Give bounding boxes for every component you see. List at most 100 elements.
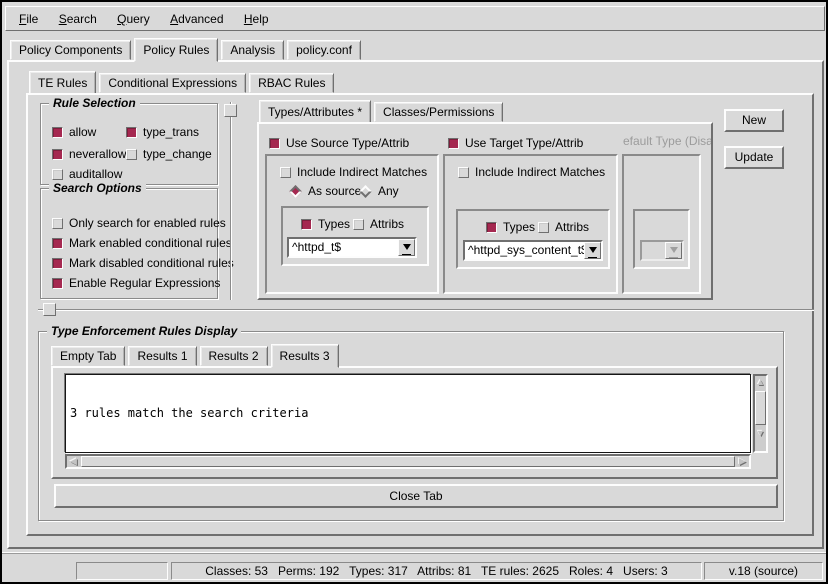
vertical-sash-handle[interactable] bbox=[224, 104, 237, 117]
checkbox-indicator[interactable] bbox=[269, 138, 280, 149]
checkbox-indicator[interactable] bbox=[126, 127, 137, 138]
scroll-up-icon[interactable]: ▲ bbox=[755, 377, 766, 388]
tab-policy-conf[interactable]: policy.conf bbox=[287, 40, 361, 60]
radio-indicator[interactable] bbox=[289, 185, 302, 198]
menu-bar: File Search Query Advanced Help bbox=[5, 6, 825, 31]
tab-policy-components[interactable]: Policy Components bbox=[10, 40, 131, 60]
default-type-label: efault Type (Disa bbox=[623, 134, 711, 148]
horizontal-scrollbar[interactable]: ◀ ▶ bbox=[65, 454, 751, 469]
checkbox-label: allow bbox=[69, 125, 96, 139]
checkbox-indicator[interactable] bbox=[538, 222, 549, 233]
default-type-inner-frame bbox=[633, 209, 690, 269]
results-text[interactable]: 3 rules match the search criteria (5822)… bbox=[65, 374, 751, 453]
checkbox-enabled-rules-only[interactable]: Only search for enabled rules bbox=[52, 216, 226, 230]
results-tabs: Empty Tab Results 1 Results 2 Results 3 bbox=[51, 344, 342, 366]
app-window: File Search Query Advanced Help Policy C… bbox=[0, 0, 828, 584]
dropdown-arrow-icon[interactable] bbox=[398, 239, 415, 256]
checkbox-source-indirect[interactable]: Include Indirect Matches bbox=[280, 165, 427, 179]
vertical-scroll-thumb[interactable] bbox=[755, 391, 766, 425]
menu-help[interactable]: Help bbox=[241, 11, 272, 27]
status-version: v.18 (source) bbox=[704, 562, 823, 580]
checkbox-indicator[interactable] bbox=[52, 258, 63, 269]
update-button[interactable]: Update bbox=[724, 146, 784, 169]
combo-value[interactable]: ^httpd_t$ bbox=[289, 239, 398, 256]
menu-advanced[interactable]: Advanced bbox=[167, 11, 226, 27]
combo-value bbox=[642, 242, 665, 259]
checkbox-mark-disabled[interactable]: Mark disabled conditional rules bbox=[52, 256, 234, 270]
checkbox-indicator[interactable] bbox=[448, 138, 459, 149]
checkbox-indicator[interactable] bbox=[52, 149, 63, 160]
checkbox-type-trans[interactable]: type_trans bbox=[126, 125, 199, 139]
horizontal-sash[interactable] bbox=[38, 309, 814, 311]
tab-classes-permissions[interactable]: Classes/Permissions bbox=[374, 102, 503, 122]
checkbox-use-target[interactable]: Use Target Type/Attrib bbox=[448, 136, 583, 150]
vertical-sash[interactable] bbox=[230, 102, 232, 300]
menu-search[interactable]: Search bbox=[56, 11, 100, 27]
scroll-down-icon[interactable]: ▼ bbox=[755, 428, 766, 439]
tab-results-1[interactable]: Results 1 bbox=[128, 346, 196, 366]
default-type-frame bbox=[622, 154, 701, 294]
tab-te-rules[interactable]: TE Rules bbox=[29, 71, 96, 95]
close-tab-button[interactable]: Close Tab bbox=[54, 484, 778, 508]
checkbox-indicator[interactable] bbox=[52, 127, 63, 138]
checkbox-indicator[interactable] bbox=[52, 238, 63, 249]
source-types-frame: Types Attribs ^httpd_t$ bbox=[281, 206, 429, 266]
checkbox-source-attribs[interactable]: Attribs bbox=[353, 217, 404, 231]
source-frame: Include Indirect Matches As source Any T… bbox=[265, 154, 439, 294]
dropdown-arrow-icon[interactable] bbox=[584, 242, 601, 259]
checkbox-indicator[interactable] bbox=[126, 149, 137, 160]
target-type-combo[interactable]: ^httpd_sys_content_t$ bbox=[463, 240, 603, 261]
menu-file[interactable]: File bbox=[16, 11, 41, 27]
tab-analysis[interactable]: Analysis bbox=[221, 40, 284, 60]
radio-indicator[interactable] bbox=[359, 185, 372, 198]
checkbox-label: Mark disabled conditional rules bbox=[69, 256, 234, 270]
checkbox-regex[interactable]: Enable Regular Expressions bbox=[52, 276, 220, 290]
scroll-left-icon[interactable]: ◀ bbox=[68, 456, 79, 467]
checkbox-label: Attribs bbox=[555, 220, 589, 234]
tab-types-attributes[interactable]: Types/Attributes * bbox=[259, 100, 371, 124]
checkbox-indicator[interactable] bbox=[280, 167, 291, 178]
tab-policy-rules[interactable]: Policy Rules bbox=[134, 38, 218, 62]
vertical-scrollbar[interactable]: ▲ ▼ bbox=[753, 374, 768, 453]
scroll-right-icon[interactable]: ▶ bbox=[737, 456, 748, 467]
source-type-combo[interactable]: ^httpd_t$ bbox=[287, 237, 417, 258]
radio-as-source[interactable]: As source bbox=[289, 184, 361, 198]
tab-empty[interactable]: Empty Tab bbox=[51, 346, 125, 366]
combo-value[interactable]: ^httpd_sys_content_t$ bbox=[465, 242, 584, 259]
checkbox-indicator[interactable] bbox=[52, 278, 63, 289]
tab-results-2[interactable]: Results 2 bbox=[200, 346, 268, 366]
checkbox-label: type_change bbox=[143, 147, 212, 161]
menu-query[interactable]: Query bbox=[114, 11, 153, 27]
checkbox-mark-enabled[interactable]: Mark enabled conditional rules bbox=[52, 236, 232, 250]
horizontal-sash-handle[interactable] bbox=[43, 303, 56, 316]
new-button[interactable]: New bbox=[724, 109, 784, 132]
checkbox-type-change[interactable]: type_change bbox=[126, 147, 212, 161]
checkbox-indicator[interactable] bbox=[486, 222, 497, 233]
checkbox-indicator[interactable] bbox=[52, 169, 63, 180]
tab-results-3[interactable]: Results 3 bbox=[271, 344, 339, 368]
checkbox-use-source[interactable]: Use Source Type/Attrib bbox=[269, 136, 409, 150]
checkbox-auditallow[interactable]: auditallow bbox=[52, 167, 122, 181]
checkbox-target-types[interactable]: Types bbox=[486, 220, 535, 234]
checkbox-indicator[interactable] bbox=[52, 218, 63, 229]
checkbox-allow[interactable]: allow bbox=[52, 125, 96, 139]
checkbox-indicator[interactable] bbox=[353, 219, 364, 230]
horizontal-scroll-thumb[interactable] bbox=[81, 456, 735, 467]
rule-selection-title: Rule Selection bbox=[49, 96, 140, 110]
results-title: Type Enforcement Rules Display bbox=[47, 324, 241, 338]
radio-any[interactable]: Any bbox=[359, 184, 399, 198]
tab-rbac-rules[interactable]: RBAC Rules bbox=[249, 73, 334, 93]
checkbox-source-types[interactable]: Types bbox=[301, 217, 350, 231]
checkbox-label: Attribs bbox=[370, 217, 404, 231]
tab-conditional-expressions[interactable]: Conditional Expressions bbox=[99, 73, 246, 93]
checkbox-label: Mark enabled conditional rules bbox=[69, 236, 232, 250]
checkbox-target-indirect[interactable]: Include Indirect Matches bbox=[458, 165, 605, 179]
checkbox-label: Only search for enabled rules bbox=[69, 216, 226, 230]
checkbox-neverallow[interactable]: neverallow bbox=[52, 147, 126, 161]
checkbox-indicator[interactable] bbox=[458, 167, 469, 178]
dropdown-arrow-icon bbox=[665, 242, 682, 259]
checkbox-indicator[interactable] bbox=[301, 219, 312, 230]
search-options-group: Search Options Only search for enabled r… bbox=[40, 188, 218, 299]
checkbox-target-attribs[interactable]: Attribs bbox=[538, 220, 589, 234]
checkbox-label: Include Indirect Matches bbox=[297, 165, 427, 179]
